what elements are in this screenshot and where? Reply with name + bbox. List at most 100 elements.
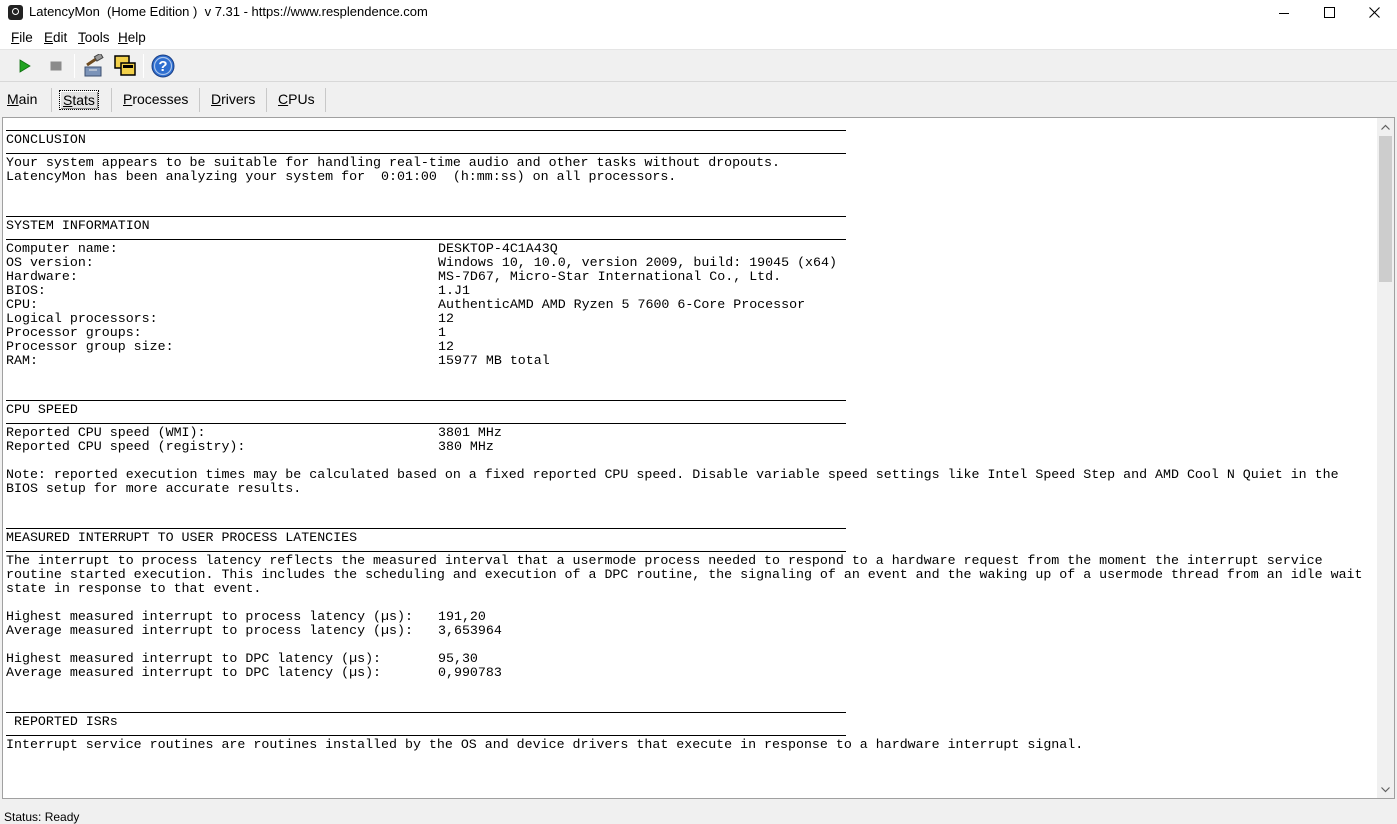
maximize-button[interactable] (1306, 0, 1352, 25)
scroll-up-button[interactable] (1377, 118, 1394, 135)
latency-row: Average measured interrupt to process la… (6, 624, 1371, 638)
help-button[interactable]: ? (150, 53, 176, 79)
section-rule (6, 216, 846, 217)
info-row: BIOS: 1.J1 (6, 284, 1371, 298)
start-button[interactable] (11, 53, 37, 79)
latency-row: Average measured interrupt to DPC latenc… (6, 666, 1371, 680)
window-title: LatencyMon (Home Edition ) v 7.31 - http… (29, 4, 428, 19)
info-key: Processor group size: (6, 339, 174, 354)
tab-processes[interactable]: Processes (121, 90, 190, 110)
tab-main-mnemonic: M (7, 91, 19, 107)
info-value: 1.J1 (438, 283, 470, 298)
tab-separator (51, 88, 52, 112)
section-rule (6, 130, 846, 131)
tab-separator (199, 88, 200, 112)
info-row: CPU: AuthenticAMD AMD Ryzen 5 7600 6-Core… (6, 298, 1371, 312)
info-key: Computer name: (6, 241, 118, 256)
info-key: RAM: (6, 353, 38, 368)
section-rule (6, 551, 846, 552)
cpu-speed-table: Reported CPU speed (WMI): 3801 MHz Report… (6, 426, 1371, 454)
section-title-latencies: MEASURED INTERRUPT TO USER PROCESS LATEN… (6, 530, 358, 545)
stop-button[interactable] (43, 53, 69, 79)
section-rule (6, 400, 846, 401)
scrollbar-thumb[interactable] (1379, 136, 1392, 282)
info-value: 1 (438, 325, 446, 340)
info-key: Hardware: (6, 269, 78, 284)
latency-value: 191,20 (438, 609, 486, 624)
close-button[interactable] (1351, 0, 1397, 25)
menu-help[interactable]: Help (118, 30, 146, 45)
latency-key: Average measured interrupt to process la… (6, 623, 413, 638)
menu-tools-label: ools (84, 30, 110, 45)
minimize-icon (1279, 12, 1289, 14)
tab-cpus-mnemonic: C (278, 91, 289, 107)
system-info-table: Computer name: DESKTOP-4C1A43Q OS version… (6, 242, 1371, 368)
cpu-tool-button[interactable] (112, 53, 138, 79)
menu-help-label: elp (127, 30, 146, 45)
info-value: 12 (438, 339, 454, 354)
vertical-scrollbar[interactable] (1377, 118, 1394, 798)
tab-drivers[interactable]: Drivers (209, 90, 257, 110)
cpu-speed-note: Note: reported execution times may be ca… (6, 467, 1339, 496)
windows-icon (114, 55, 136, 76)
tab-stats-mnemonic: S (63, 92, 73, 108)
minimize-button[interactable] (1261, 0, 1307, 25)
menu-file[interactable]: File (11, 30, 33, 45)
chevron-up-icon (1381, 124, 1390, 130)
title-bar: LatencyMon (Home Edition ) v 7.31 - http… (0, 0, 1397, 25)
latency-row: Highest measured interrupt to process la… (6, 610, 1371, 624)
tab-separator (266, 88, 267, 112)
tab-main-label: ain (18, 91, 38, 107)
close-icon (1368, 7, 1380, 18)
menu-help-mnemonic: H (118, 30, 128, 45)
section-title-conclusion: CONCLUSION (6, 132, 86, 147)
menu-edit-mnemonic: E (44, 30, 54, 45)
report-view[interactable]: CONCLUSION Your system appears to be sui… (2, 117, 1395, 799)
chevron-down-icon (1381, 786, 1390, 792)
play-icon (19, 59, 31, 73)
scroll-down-button[interactable] (1377, 781, 1394, 798)
menu-tools[interactable]: Tools (78, 30, 110, 45)
menu-tools-mnemonic: T (78, 30, 85, 45)
info-key: BIOS: (6, 283, 46, 298)
conclusion-text: Your system appears to be suitable for h… (6, 155, 781, 170)
section-rule (6, 423, 846, 424)
svg-text:?: ? (158, 58, 167, 75)
info-value: Windows 10, 10.0, version 2009, build: 1… (438, 255, 837, 270)
section-rule (6, 153, 846, 154)
stop-icon (50, 61, 62, 71)
info-row: Logical processors: 12 (6, 312, 1371, 326)
latency-row: Highest measured interrupt to DPC latenc… (6, 652, 1371, 666)
info-key: Logical processors: (6, 311, 158, 326)
tab-separator (325, 88, 326, 112)
tab-stats[interactable]: Stats (59, 90, 99, 110)
tab-stats-label: tats (72, 92, 95, 108)
drivers-tool-button[interactable] (80, 53, 106, 79)
tab-processes-label: rocesses (132, 91, 189, 107)
latency-key: Highest measured interrupt to process la… (6, 609, 413, 624)
tools-icon (84, 54, 104, 77)
toolbar-separator (143, 54, 144, 78)
tab-cpus[interactable]: CPUs (276, 90, 317, 110)
info-key: Processor groups: (6, 325, 142, 340)
tab-separator (111, 88, 112, 112)
info-row: OS version: Windows 10, 10.0, version 200… (6, 256, 1371, 270)
info-key: Reported CPU speed (registry): (6, 439, 246, 454)
help-icon: ? (151, 54, 175, 78)
section-rule (6, 239, 846, 240)
latency-description: The interrupt to process latency reflect… (6, 553, 1363, 596)
info-row: Reported CPU speed (WMI): 3801 MHz (6, 426, 1371, 440)
tab-drivers-label: rivers (221, 91, 256, 107)
info-key: Reported CPU speed (WMI): (6, 425, 206, 440)
stats-report: CONCLUSION Your system appears to be sui… (6, 124, 1371, 752)
isr-description: Interrupt service routines are routines … (6, 737, 1084, 752)
tab-cpus-label: PUs (288, 91, 315, 107)
latency-key: Highest measured interrupt to DPC latenc… (6, 651, 382, 666)
toolbar-separator (74, 54, 75, 78)
info-value: MS-7D67, Micro-Star International Co., L… (438, 269, 782, 284)
maximize-icon (1323, 7, 1335, 18)
tab-main[interactable]: Main (5, 90, 39, 110)
tab-drivers-mnemonic: D (211, 91, 222, 107)
menu-edit[interactable]: Edit (44, 30, 67, 45)
menu-file-mnemonic: F (11, 30, 20, 45)
